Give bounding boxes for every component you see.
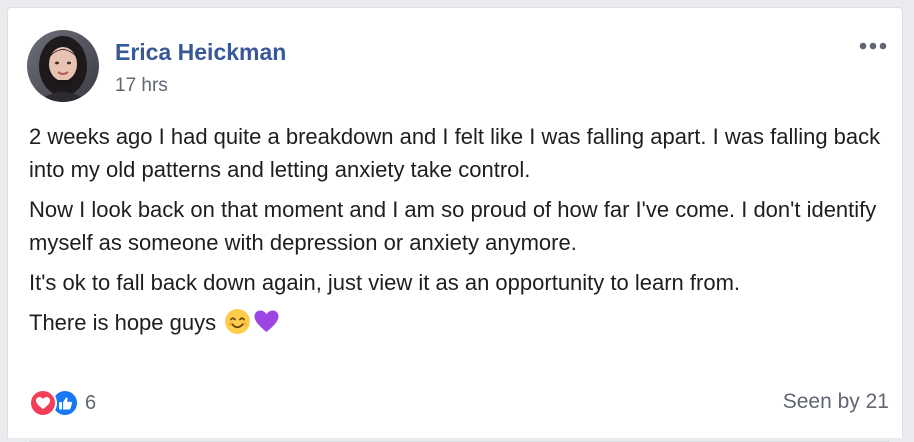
smiling-face-emoji	[224, 308, 251, 335]
post-paragraph: Now I look back on that moment and I am …	[29, 197, 877, 255]
more-horizontal-icon	[859, 42, 887, 50]
post-body: 2 weeks ago I had quite a breakdown and …	[29, 120, 889, 346]
author-avatar[interactable]	[27, 30, 99, 102]
post-timestamp[interactable]: 17 hrs	[115, 75, 168, 97]
post-paragraph: 2 weeks ago I had quite a breakdown and …	[29, 124, 881, 182]
reactions-summary[interactable]: 6	[29, 388, 96, 418]
seen-by-count[interactable]: Seen by 21	[783, 390, 889, 414]
love-reaction-icon	[29, 389, 57, 417]
post-card: Erica Heickman 17 hrs 2 weeks ago I had …	[7, 7, 903, 442]
post-paragraph-text: There is hope guys	[29, 310, 217, 335]
more-options-button[interactable]	[856, 38, 890, 54]
reaction-count: 6	[85, 391, 97, 414]
post-paragraph: It's ok to fall back down again, just vi…	[29, 270, 741, 295]
author-name-link[interactable]: Erica Heickman	[115, 39, 286, 66]
purple-heart-emoji	[253, 308, 280, 335]
post-paragraph-last: There is hope guys	[29, 306, 889, 339]
post-footer: 6 Seen by 21	[29, 388, 889, 418]
